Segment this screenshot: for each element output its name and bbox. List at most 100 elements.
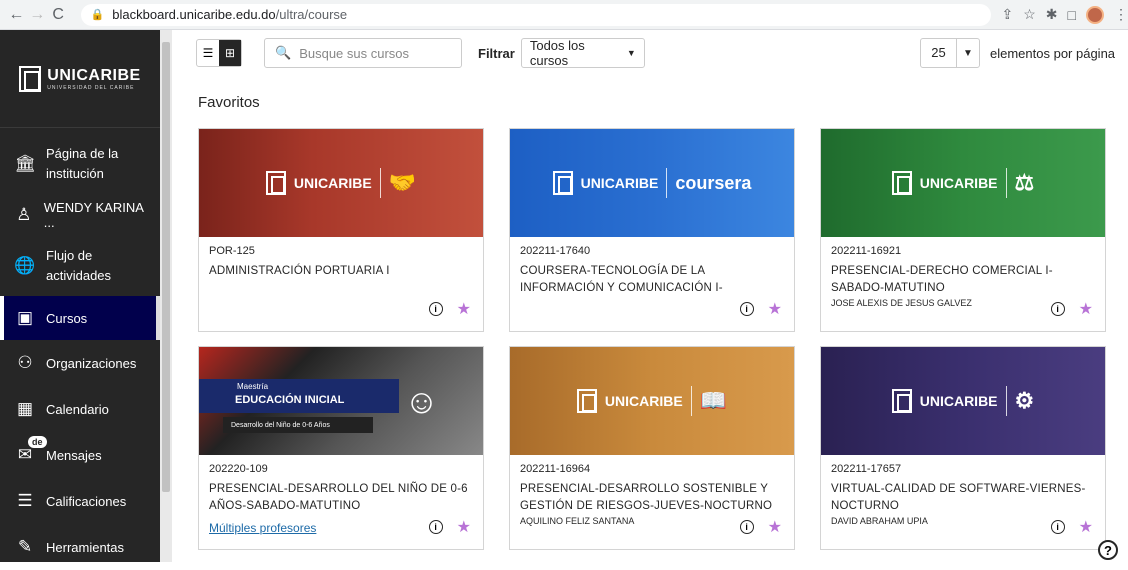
course-title[interactable]: VIRTUAL-CALIDAD DE SOFTWARE-VIERNES-NOCT…	[831, 481, 1095, 515]
institution-icon: 🏛	[14, 154, 36, 173]
lock-icon: 🔒	[90, 9, 105, 21]
sidebar-item-label: Calendario	[46, 401, 109, 417]
favorite-star-icon[interactable]: ★	[457, 517, 471, 537]
banner-brand-text: UNICARIBE	[604, 393, 683, 409]
logo-mark-icon	[19, 65, 42, 92]
sidebar-item-calendar[interactable]: ▦ Calendario	[0, 386, 160, 432]
sidebar-item-courses[interactable]: ▣ Cursos	[0, 296, 160, 340]
back-icon[interactable]: ←	[6, 4, 27, 26]
sidebar-item-label: Calificaciones	[46, 493, 127, 509]
sidebar-item-label: Herramientas	[46, 539, 125, 555]
grades-icon: ☰	[17, 491, 33, 510]
logo-mark-icon	[891, 171, 912, 195]
per-page-select[interactable]: 25 ▼	[920, 38, 980, 68]
sidebar-item-label: Organizaciones	[46, 355, 137, 371]
banner-brand-pre: Maestría	[237, 382, 269, 391]
favorite-star-icon[interactable]: ★	[457, 299, 471, 319]
forward-icon[interactable]: →	[27, 4, 48, 26]
chevron-down-icon: ▼	[963, 47, 973, 59]
scrollbar-thumb[interactable]	[162, 42, 170, 492]
course-banner[interactable]: Maestría EDUCACIÓN INICIAL Desarrollo de…	[199, 347, 483, 455]
sidebar-scrollbar[interactable]	[160, 30, 172, 562]
sidebar-item-profile[interactable]: ♙ WENDY KARINA ...	[0, 192, 160, 238]
info-icon[interactable]: i	[739, 302, 754, 316]
banner-brand-text: UNICARIBE	[919, 175, 998, 191]
sidebar-item-organizations[interactable]: ⚇ Organizaciones	[0, 340, 160, 386]
course-card[interactable]: UNICARIBE 🤝 POR-125 ADMINISTRACIÓN PORTU…	[198, 128, 484, 332]
logo-mark-icon	[891, 389, 912, 413]
info-icon[interactable]: i	[428, 302, 443, 316]
grid-view-icon[interactable]: ⊞	[219, 40, 241, 66]
banner-brand: UNICARIBE 🤝	[265, 168, 416, 198]
main-content: ☰ ⊞ 🔍 Busque sus cursos Filtrar Todos lo…	[172, 30, 1128, 562]
info-icon[interactable]: i	[1050, 302, 1065, 316]
banner-brand-text: UNICARIBE	[293, 175, 372, 191]
smile-icon: ☺	[404, 383, 439, 421]
banner-brand: UNICARIBE 📖	[576, 386, 728, 416]
sidebar-item-institution[interactable]: 🏛 Página de la institución	[0, 136, 160, 192]
banner-subtitle: Desarrollo del Niño de 0-6 Años	[223, 417, 373, 433]
help-icon[interactable]: ?	[1098, 540, 1118, 560]
chevron-down-icon: ▼	[626, 48, 636, 58]
calendar-icon: ▦	[16, 399, 34, 418]
share-icon[interactable]: ⇪	[1001, 6, 1013, 23]
sidebar: UNICARIBE UNIVERSIDAD DEL CARIBE 🏛 Págin…	[0, 30, 160, 562]
favorite-star-icon[interactable]: ★	[1079, 517, 1093, 537]
gear-icon: ⚙	[1014, 388, 1035, 413]
logo-mark-icon	[265, 171, 286, 195]
course-card[interactable]: UNICARIBE ⚙ 202211-17657 VIRTUAL-CALIDAD…	[820, 346, 1106, 550]
section-title: Favoritos	[198, 94, 260, 111]
profile-avatar[interactable]	[1085, 5, 1104, 24]
course-title[interactable]: PRESENCIAL-DERECHO COMERCIAL I-SABADO-MA…	[831, 263, 1095, 297]
menu-dots-icon[interactable]: ⋮	[1114, 6, 1128, 23]
banner-brand: UNICARIBE ⚖	[891, 168, 1034, 198]
course-banner[interactable]: UNICARIBE ⚖	[821, 129, 1105, 237]
sidebar-item-activity-stream[interactable]: 🌐 Flujo de actividades	[0, 238, 160, 294]
banner-brand: Maestría EDUCACIÓN INICIAL	[199, 379, 399, 413]
favorite-star-icon[interactable]: ★	[768, 299, 782, 319]
favorite-star-icon[interactable]: ★	[768, 517, 782, 537]
extensions-icon[interactable]: ✱	[1046, 6, 1058, 23]
course-title[interactable]: PRESENCIAL-DESARROLLO SOSTENIBLE Y GESTI…	[520, 481, 784, 515]
search-icon: 🔍	[275, 45, 292, 60]
logo-area[interactable]: UNICARIBE UNIVERSIDAD DEL CARIBE	[0, 30, 160, 128]
list-view-icon[interactable]: ☰	[197, 40, 219, 66]
filter-select[interactable]: Todos los cursos ▼	[520, 38, 645, 68]
window-icon[interactable]: □	[1068, 7, 1076, 23]
course-banner[interactable]: UNICARIBE 📖	[510, 347, 794, 455]
reload-icon[interactable]: C	[48, 4, 69, 26]
course-title[interactable]: ADMINISTRACIÓN PORTUARIA I	[209, 263, 473, 280]
per-page-label: elementos por página	[990, 45, 1116, 61]
address-bar[interactable]: 🔒 blackboard.unicaribe.edu.do/ultra/cour…	[80, 3, 992, 26]
course-card[interactable]: UNICARIBE 📖 202211-16964 PRESENCIAL-DESA…	[509, 346, 795, 550]
search-input[interactable]: 🔍 Busque sus cursos	[264, 38, 462, 68]
course-toolbar: ☰ ⊞ 🔍 Busque sus cursos Filtrar Todos lo…	[196, 38, 645, 68]
organizations-icon: ⚇	[17, 353, 33, 372]
tools-icon: ✎	[17, 537, 33, 556]
unicaribe-logo: UNICARIBE UNIVERSIDAD DEL CARIBE	[19, 65, 140, 92]
book-icon: 📖	[699, 388, 728, 413]
course-title[interactable]: COURSERA-TECNOLOGÍA DE LA INFORMACIÓN Y …	[520, 263, 784, 297]
course-title[interactable]: PRESENCIAL-DESARROLLO DEL NIÑO DE 0-6 AÑ…	[209, 481, 473, 515]
favorite-star-icon[interactable]: ★	[1079, 299, 1093, 319]
sidebar-item-messages[interactable]: ✉ de Mensajes	[0, 432, 160, 478]
info-icon[interactable]: i	[739, 520, 754, 534]
coursera-logo: coursera	[675, 172, 752, 193]
info-icon[interactable]: i	[428, 520, 443, 534]
course-code: 202220-109	[209, 463, 268, 475]
course-banner[interactable]: UNICARIBE coursera	[510, 129, 794, 237]
messages-badge: de	[28, 436, 47, 448]
sidebar-item-label: Cursos	[46, 310, 88, 326]
sidebar-item-tools[interactable]: ✎ Herramientas	[0, 524, 160, 570]
banner-brand-text: UNICARIBE	[580, 175, 659, 191]
banner-brand: UNICARIBE ⚙	[891, 386, 1035, 416]
messages-icon: ✉	[17, 445, 33, 464]
course-card[interactable]: UNICARIBE coursera 202211-17640 COURSERA…	[509, 128, 795, 332]
course-banner[interactable]: UNICARIBE ⚙	[821, 347, 1105, 455]
course-banner[interactable]: UNICARIBE 🤝	[199, 129, 483, 237]
course-card[interactable]: UNICARIBE ⚖ 202211-16921 PRESENCIAL-DERE…	[820, 128, 1106, 332]
sidebar-item-grades[interactable]: ☰ Calificaciones	[0, 478, 160, 524]
info-icon[interactable]: i	[1050, 520, 1065, 534]
bookmark-star-icon[interactable]: ☆	[1023, 6, 1036, 23]
course-card[interactable]: Maestría EDUCACIÓN INICIAL Desarrollo de…	[198, 346, 484, 550]
